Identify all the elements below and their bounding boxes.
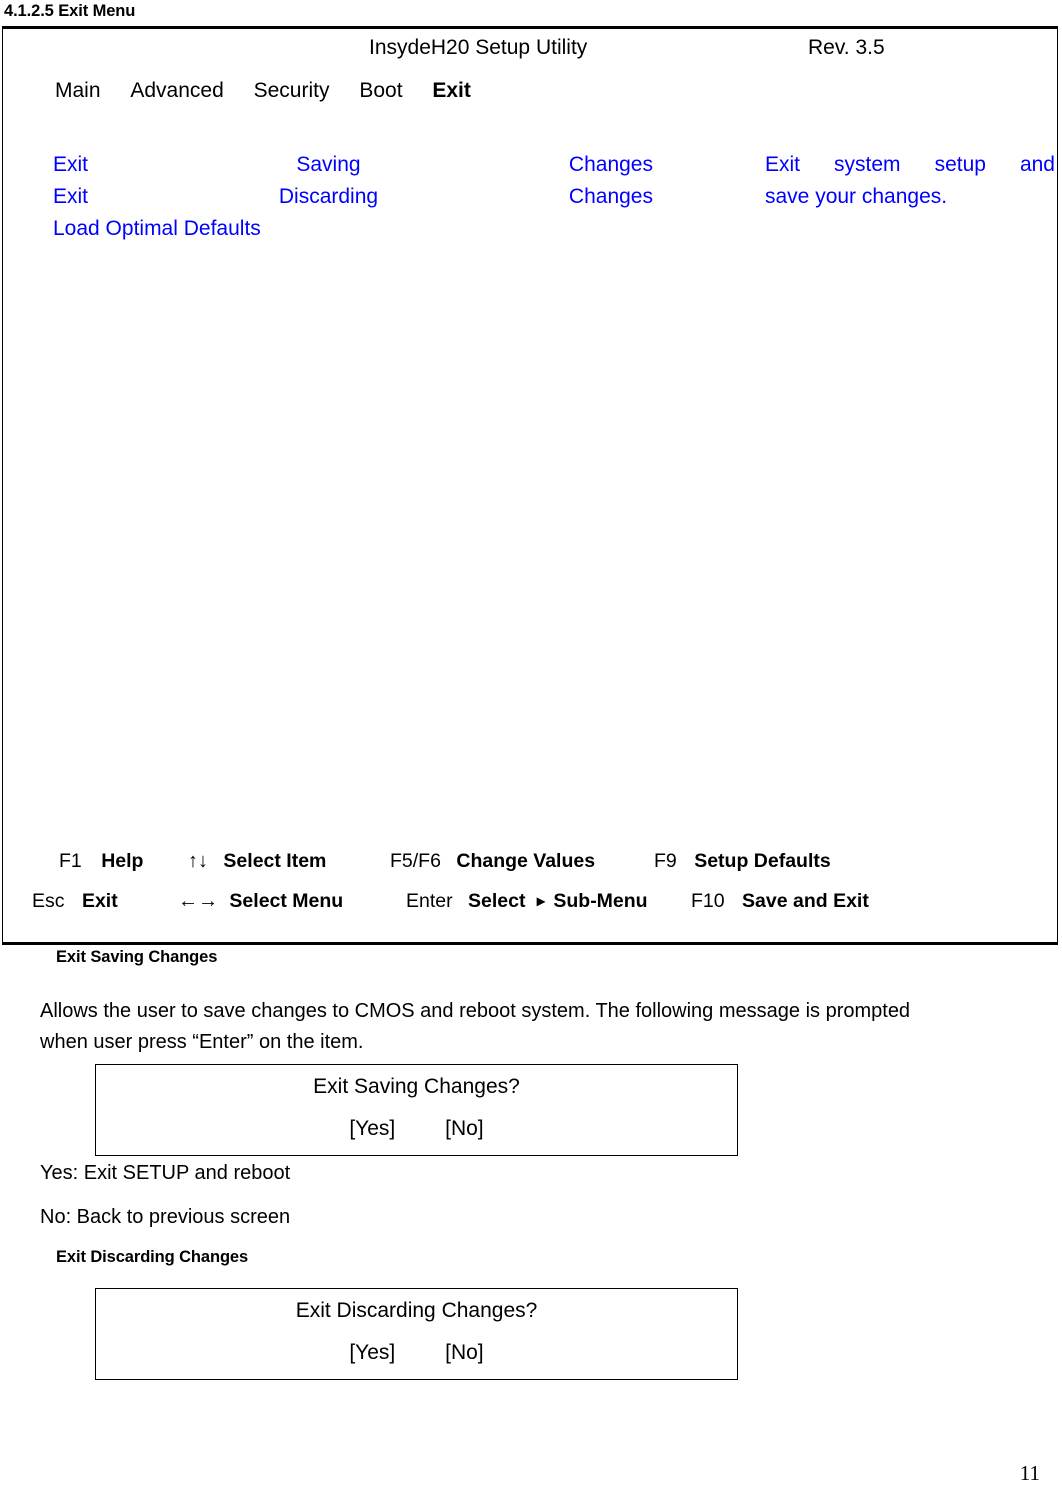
help-word-system: system	[834, 153, 901, 176]
legend-desc-sub-menu: Sub-Menu	[553, 890, 648, 912]
option-word-changes: Changes	[568, 153, 653, 176]
bios-help-line-1: Exit system setup and	[765, 149, 1055, 181]
help-word-setup: setup	[934, 153, 986, 176]
bios-help-panel: Exit system setup and save your changes.	[765, 149, 1055, 213]
bios-option-exit-discarding-changes[interactable]: Exit Discarding Changes	[53, 181, 653, 213]
legend-desc-save-and-exit: Save and Exit	[742, 890, 869, 912]
bios-tab-boot[interactable]: Boot	[359, 79, 402, 103]
bios-key-legend: F1 Help ↑↓ Select Item F5/F6 Change Valu…	[3, 850, 1057, 930]
legend-enter-select-submenu: Enter Select ▸ Sub-Menu	[406, 890, 648, 913]
note-no-back-to-previous-screen: No: Back to previous screen	[40, 1206, 291, 1228]
prompt-no-button[interactable]: [No]	[445, 1117, 484, 1140]
option-word-saving: Saving	[296, 153, 361, 176]
submenu-arrow-icon: ▸	[536, 893, 545, 910]
prompt-no-button[interactable]: [No]	[445, 1341, 484, 1364]
bios-utility-title: InsydeH20 Setup Utility	[369, 36, 588, 59]
bios-option-exit-saving-changes[interactable]: Exit Saving Changes	[53, 149, 653, 181]
bios-option-load-optimal-defaults[interactable]: Load Optimal Defaults	[53, 213, 653, 245]
prompt-button-row[interactable]: [Yes] [No]	[96, 1117, 737, 1141]
legend-key-f10: F10	[691, 890, 725, 912]
page-section-heading: 4.1.2.5 Exit Menu	[4, 2, 136, 20]
legend-key-esc: Esc	[32, 890, 65, 912]
legend-desc-select: Select	[468, 890, 526, 912]
legend-desc-select-menu: Select Menu	[229, 890, 344, 912]
legend-f1-help: F1 Help	[59, 850, 143, 873]
legend-key-f1: F1	[59, 850, 82, 872]
legend-desc-exit: Exit	[81, 890, 118, 912]
prompt-button-row[interactable]: [Yes] [No]	[96, 1341, 737, 1365]
legend-f10-save-and-exit: F10 Save and Exit	[691, 890, 869, 913]
legend-desc-change-values: Change Values	[456, 850, 596, 872]
bios-help-line-2: save your changes.	[765, 185, 948, 208]
bios-menu-bar[interactable]: Main Advanced Security Boot Exit	[55, 79, 471, 103]
option-label: Load Optimal Defaults	[53, 217, 261, 240]
bios-option-list[interactable]: Exit Saving Changes Exit Discarding Chan…	[53, 149, 673, 245]
note-yes-exit-setup-and-reboot: Yes: Exit SETUP and reboot	[40, 1162, 291, 1184]
legend-desc-help: Help	[101, 850, 144, 872]
bios-tab-security[interactable]: Security	[254, 79, 330, 103]
legend-key-f9: F9	[654, 850, 677, 872]
bios-titlebar: InsydeH20 Setup Utility Rev. 3.5	[3, 36, 1057, 66]
option-word-discarding: Discarding	[278, 185, 379, 208]
legend-f5f6-change-values: F5/F6 Change Values	[390, 850, 595, 873]
legend-f9-setup-defaults: F9 Setup Defaults	[654, 850, 831, 873]
legend-leftright-select-menu: ←→ Select Menu	[178, 890, 343, 913]
legend-esc-exit: Esc Exit	[32, 890, 118, 913]
prompt-dialog-exit-saving-changes: Exit Saving Changes? [Yes] [No]	[95, 1064, 738, 1156]
prompt-yes-button[interactable]: [Yes]	[349, 1341, 395, 1364]
bios-tab-main[interactable]: Main	[55, 79, 101, 103]
bios-key-legend-row-2: Esc Exit ←→ Select Menu Enter Select ▸ S…	[3, 890, 1057, 930]
help-word-exit: Exit	[765, 153, 801, 176]
legend-key-f5-f6: F5/F6	[390, 850, 441, 872]
prompt-yes-button[interactable]: [Yes]	[349, 1117, 395, 1140]
prompt-dialog-exit-discarding-changes: Exit Discarding Changes? [Yes] [No]	[95, 1288, 738, 1380]
subheading-exit-saving-changes: Exit Saving Changes	[56, 948, 218, 966]
option-word-exit: Exit	[53, 153, 89, 176]
page-number: 11	[1019, 1461, 1040, 1485]
prompt-question-text: Exit Discarding Changes?	[295, 1299, 538, 1322]
paragraph-exit-saving-changes: Allows the user to save changes to CMOS …	[40, 1000, 911, 1053]
legend-updown-select-item: ↑↓ Select Item	[188, 850, 326, 873]
left-right-arrow-icon: ←→	[178, 890, 218, 912]
bios-tab-exit[interactable]: Exit	[432, 79, 471, 103]
legend-desc-setup-defaults: Setup Defaults	[694, 850, 831, 872]
bios-key-legend-row-1: F1 Help ↑↓ Select Item F5/F6 Change Valu…	[3, 850, 1057, 890]
prompt-question-text: Exit Saving Changes?	[313, 1075, 520, 1098]
legend-desc-select-item: Select Item	[223, 850, 327, 872]
bios-setup-screen: InsydeH20 Setup Utility Rev. 3.5 Main Ad…	[2, 26, 1058, 945]
bios-tab-advanced[interactable]: Advanced	[130, 79, 223, 103]
legend-key-enter: Enter	[406, 890, 453, 912]
subheading-exit-discarding-changes: Exit Discarding Changes	[56, 1248, 249, 1266]
option-word-changes: Changes	[568, 185, 653, 208]
help-word-and: and	[1019, 153, 1055, 176]
up-down-arrow-icon: ↑↓	[188, 850, 208, 872]
bios-revision-label: Rev. 3.5	[808, 36, 885, 59]
option-word-exit: Exit	[53, 185, 89, 208]
